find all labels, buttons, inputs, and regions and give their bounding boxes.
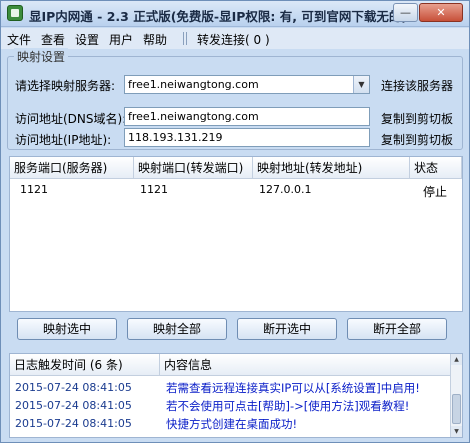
column-header-log-content[interactable]: 内容信息 xyxy=(160,354,450,376)
app-logo-icon xyxy=(7,5,23,21)
log-message: 快捷方式创建在桌面成功! xyxy=(166,417,298,431)
close-button[interactable]: ✕ xyxy=(419,3,463,22)
menu-view[interactable]: 查看 xyxy=(41,31,65,48)
mapping-settings-legend: 映射设置 xyxy=(14,48,69,65)
disconnect-all-button[interactable]: 断开全部 xyxy=(347,318,447,340)
mapping-table[interactable]: 服务端口(服务器) 映射端口(转发端口) 映射地址(转发地址) 状态 1121 … xyxy=(9,156,463,312)
column-header-mapped-address[interactable]: 映射地址(转发地址) xyxy=(253,157,410,179)
server-label: 请选择映射服务器: xyxy=(15,79,116,93)
log-time: 2015-07-24 08:41:05 xyxy=(15,381,132,394)
cell-server-port: 1121 xyxy=(20,183,48,196)
cell-mapped-port: 1121 xyxy=(140,183,168,196)
menu-settings[interactable]: 设置 xyxy=(75,31,99,48)
menu-user[interactable]: 用户 xyxy=(109,31,133,48)
scroll-down-arrow-icon[interactable]: ▼ xyxy=(451,426,462,437)
title-bar[interactable]: 显IP内网通 - 2.3 正式版(免费版-显IP权限: 有, 可到官网下载无的)… xyxy=(1,1,469,27)
column-header-status[interactable]: 状态 xyxy=(410,157,462,179)
map-selected-button[interactable]: 映射选中 xyxy=(17,318,117,340)
dns-label: 访问地址(DNS域名): xyxy=(15,112,127,126)
log-scrollbar[interactable]: ▲ ▼ xyxy=(450,354,462,437)
log-time: 2015-07-24 08:41:05 xyxy=(15,399,132,412)
column-header-server-port[interactable]: 服务端口(服务器) xyxy=(10,157,134,179)
minimize-button[interactable]: — xyxy=(393,3,418,22)
menu-forward-connections[interactable]: 转发连接( 0 ) xyxy=(197,31,270,48)
menu-file[interactable]: 文件 xyxy=(7,31,31,48)
dns-field[interactable]: free1.neiwangtong.com xyxy=(124,107,370,126)
cell-status: 停止 xyxy=(423,185,448,199)
map-all-button[interactable]: 映射全部 xyxy=(127,318,227,340)
server-select[interactable]: free1.neiwangtong.com ▼ xyxy=(124,75,370,94)
menu-separator xyxy=(183,32,187,45)
cell-mapped-address: 127.0.0.1 xyxy=(259,183,312,196)
server-select-value: free1.neiwangtong.com xyxy=(128,78,259,91)
copy-ip-button[interactable]: 复制到剪切板 xyxy=(381,131,453,148)
scrollbar-thumb[interactable] xyxy=(452,394,461,424)
column-header-mapped-port[interactable]: 映射端口(转发端口) xyxy=(134,157,253,179)
column-header-log-time[interactable]: 日志触发时间 (6 条) xyxy=(10,354,160,376)
log-message: 若需查看远程连接真实IP可以从[系统设置]中启用! xyxy=(166,381,420,395)
chevron-down-icon[interactable]: ▼ xyxy=(353,76,369,93)
ip-label: 访问地址(IP地址): xyxy=(15,133,112,147)
disconnect-selected-button[interactable]: 断开选中 xyxy=(237,318,337,340)
copy-dns-button[interactable]: 复制到剪切板 xyxy=(381,110,453,127)
window-title: 显IP内网通 - 2.3 正式版(免费版-显IP权限: 有, 可到官网下载无的) xyxy=(29,9,408,24)
app-window: 显IP内网通 - 2.3 正式版(免费版-显IP权限: 有, 可到官网下载无的)… xyxy=(0,0,470,443)
connect-server-button[interactable]: 连接该服务器 xyxy=(381,77,453,94)
scroll-up-arrow-icon[interactable]: ▲ xyxy=(451,354,462,365)
menu-bar: 文件 查看 设置 用户 帮助 转发连接( 0 ) xyxy=(1,28,469,49)
log-message: 若不会使用可点击[帮助]->[使用方法]观看教程! xyxy=(166,399,410,413)
ip-field[interactable]: 118.193.131.219 xyxy=(124,128,370,147)
log-table[interactable]: 日志触发时间 (6 条) 内容信息 2015-07-24 08:41:05 若需… xyxy=(9,353,463,438)
menu-help[interactable]: 帮助 xyxy=(143,31,167,48)
log-time: 2015-07-24 08:41:05 xyxy=(15,417,132,430)
